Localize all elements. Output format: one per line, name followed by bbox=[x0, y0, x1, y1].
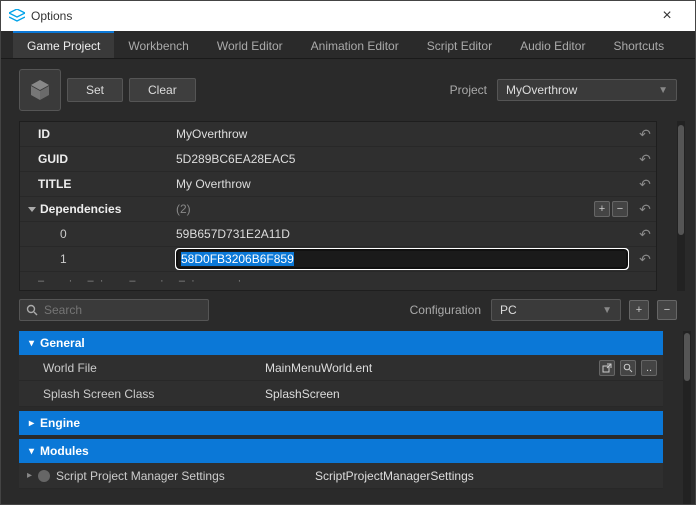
tab-game-project[interactable]: Game Project bbox=[13, 31, 114, 58]
config-add-button[interactable]: + bbox=[629, 300, 649, 320]
revert-icon[interactable]: ↶ bbox=[634, 151, 656, 168]
splash-label: Splash Screen Class bbox=[19, 387, 259, 401]
chevron-down-icon: ▾ bbox=[29, 338, 34, 349]
chevron-down-icon: ▾ bbox=[29, 446, 34, 457]
section-modules-header[interactable]: ▾ Modules bbox=[19, 439, 663, 463]
revert-icon[interactable]: ↶ bbox=[634, 226, 656, 243]
expand-icon bbox=[28, 207, 36, 212]
field-guid-label: GUID bbox=[20, 152, 170, 166]
world-file-value[interactable]: MainMenuWorld.ent bbox=[265, 361, 594, 375]
window-title: Options bbox=[31, 9, 647, 23]
set-button[interactable]: Set bbox=[67, 78, 123, 102]
section-engine-header[interactable]: ▸ Engine bbox=[19, 411, 663, 435]
add-button[interactable]: + bbox=[594, 201, 610, 217]
chevron-down-icon: ▼ bbox=[658, 85, 668, 96]
config-remove-button[interactable]: − bbox=[657, 300, 677, 320]
clear-button[interactable]: Clear bbox=[129, 78, 196, 102]
dep-1-input[interactable] bbox=[176, 249, 628, 269]
truncated-row: – · – ·– · – · · bbox=[20, 272, 656, 290]
open-external-icon[interactable] bbox=[599, 360, 615, 376]
revert-icon[interactable]: ↶ bbox=[634, 201, 656, 218]
spm-value: ScriptProjectManagerSettings bbox=[315, 469, 657, 483]
field-id-label: ID bbox=[20, 127, 170, 141]
world-file-label: World File bbox=[19, 361, 259, 375]
project-select-value: MyOverthrow bbox=[506, 83, 577, 97]
tabs: Game ProjectWorkbenchWorld EditorAnimati… bbox=[1, 31, 695, 59]
field-deps-count: (2) bbox=[176, 202, 592, 216]
remove-button[interactable]: − bbox=[612, 201, 628, 217]
revert-icon[interactable]: ↶ bbox=[634, 126, 656, 143]
chevron-right-icon: ▸ bbox=[27, 470, 32, 481]
spm-row[interactable]: ▸ Script Project Manager Settings bbox=[19, 469, 309, 483]
project-label: Project bbox=[450, 83, 487, 97]
splash-value[interactable]: SplashScreen bbox=[265, 387, 657, 401]
tab-animation-editor[interactable]: Animation Editor bbox=[297, 31, 413, 58]
project-icon bbox=[19, 69, 61, 111]
search-icon bbox=[26, 304, 38, 316]
revert-icon[interactable]: ↶ bbox=[634, 251, 656, 268]
project-select[interactable]: MyOverthrow ▼ bbox=[497, 79, 677, 101]
tab-workbench[interactable]: Workbench bbox=[114, 31, 202, 58]
chevron-down-icon: ▼ bbox=[602, 305, 612, 316]
field-guid-value[interactable]: 5D289BC6EA28EAC5 bbox=[176, 152, 628, 166]
scrollbar[interactable] bbox=[683, 331, 691, 504]
tab-script-editor[interactable]: Script Editor bbox=[413, 31, 506, 58]
more-button[interactable]: .. bbox=[641, 360, 657, 376]
tab-world-editor[interactable]: World Editor bbox=[203, 31, 297, 58]
chevron-right-icon: ▸ bbox=[29, 418, 34, 429]
browse-search-icon[interactable] bbox=[620, 360, 636, 376]
tab-shortcuts[interactable]: Shortcuts bbox=[599, 31, 678, 58]
status-dot-icon bbox=[38, 470, 50, 482]
close-button[interactable]: × bbox=[647, 7, 687, 25]
dep-1-label: 1 bbox=[20, 252, 170, 266]
dep-0-value[interactable]: 59B657D731E2A11D bbox=[176, 227, 628, 241]
tab-audio-editor[interactable]: Audio Editor bbox=[506, 31, 599, 58]
field-deps-label[interactable]: Dependencies bbox=[20, 202, 170, 216]
config-label: Configuration bbox=[410, 303, 481, 317]
app-logo-icon bbox=[9, 9, 25, 23]
revert-icon[interactable]: ↶ bbox=[634, 176, 656, 193]
field-title-value[interactable]: My Overthrow bbox=[176, 177, 628, 191]
config-value: PC bbox=[500, 303, 517, 317]
dep-0-label: 0 bbox=[20, 227, 170, 241]
field-title-label: TITLE bbox=[20, 177, 170, 191]
section-general-header[interactable]: ▾ General bbox=[19, 331, 663, 355]
scrollbar[interactable] bbox=[677, 121, 685, 291]
titlebar: Options × bbox=[1, 1, 695, 31]
config-select[interactable]: PC ▼ bbox=[491, 299, 621, 321]
search-input[interactable] bbox=[19, 299, 209, 321]
search-field[interactable] bbox=[44, 303, 202, 317]
spm-label: Script Project Manager Settings bbox=[56, 469, 225, 483]
field-id-value[interactable]: MyOverthrow bbox=[176, 127, 628, 141]
